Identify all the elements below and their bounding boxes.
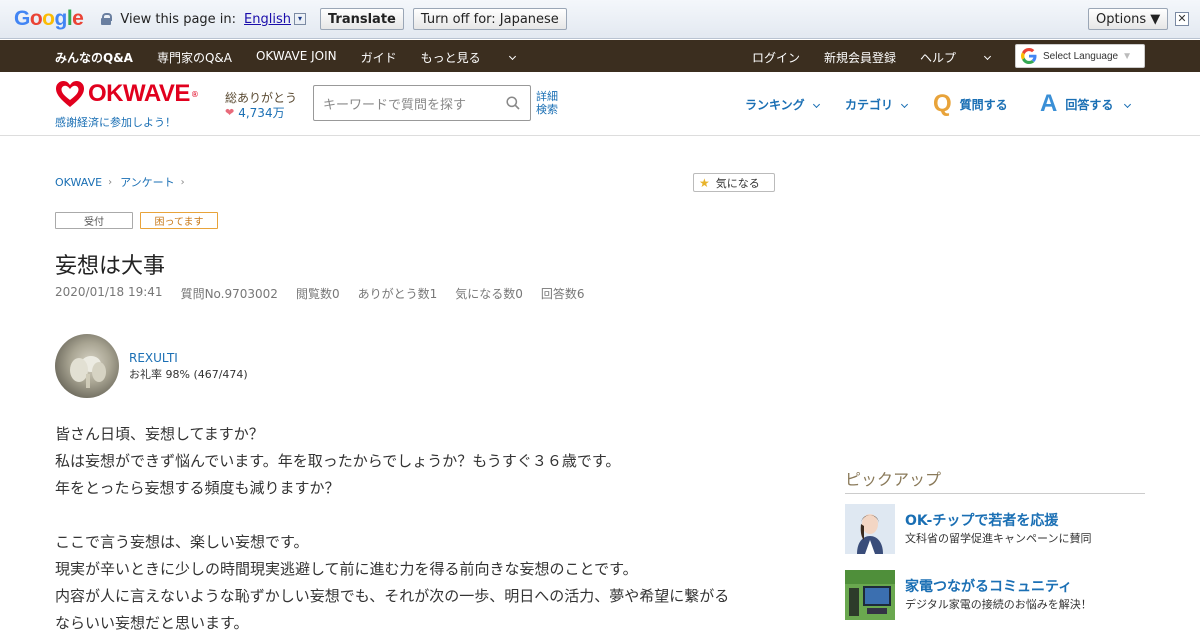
- total-thanks-count: ❤ 4,734万: [225, 104, 285, 121]
- logo-registered: ®: [190, 89, 199, 99]
- body-line: 私は妄想ができず悩んでいます。年を取ったからでしょうか？もうすぐ３６歳です。: [55, 452, 621, 470]
- select-language-arrow: ▼: [1122, 50, 1132, 62]
- pickup-item[interactable]: OK-チップで若者を応援 文科省の留学促進キャンペーンに賛同: [845, 504, 1145, 554]
- translate-prompt: View this page in:: [120, 11, 237, 27]
- pickup-thumbnail: [845, 570, 895, 620]
- site-header: OKWAVE ® 感謝経済に参加しよう！ 総ありがとう ❤ 4,734万 キーワー…: [0, 72, 1200, 136]
- view-count: 閲覧数0: [295, 287, 340, 301]
- nav-register[interactable]: 新規会員登録: [824, 49, 896, 66]
- language-label: English: [244, 11, 291, 27]
- nav-expert-qa[interactable]: 専門家のQ&A: [157, 49, 232, 66]
- chevron-down-icon: [812, 100, 820, 109]
- heart-logo-icon: [56, 81, 84, 107]
- tagline[interactable]: 感謝経済に参加しよう！: [55, 114, 176, 130]
- bookmark-button[interactable]: ★ 気になる: [693, 173, 775, 192]
- dropdown-icon: ▾: [293, 13, 306, 25]
- body-gap: [55, 502, 795, 529]
- avatar[interactable]: [55, 334, 119, 398]
- nav-okwave-join[interactable]: OKWAVE JOIN: [256, 49, 337, 66]
- a-icon: A: [1040, 90, 1058, 117]
- breadcrumb-survey[interactable]: アンケート: [120, 174, 175, 190]
- question-meta: 2020/01/18 19:41 質問No.9703002 閲覧数0 ありがとう…: [55, 285, 603, 302]
- google-translate-bar: Google View this page in: English ▾ Trans…: [0, 0, 1200, 39]
- status-badge-troubled: 困ってます: [140, 212, 218, 229]
- select-language-label: Select Language: [1043, 50, 1119, 62]
- answer-label: 回答する: [1065, 97, 1114, 112]
- answer-button[interactable]: A 回答する: [1040, 90, 1132, 118]
- turn-off-button[interactable]: Turn off for: Japanese: [412, 8, 567, 30]
- pickup-heading: ピックアップ: [845, 466, 1145, 494]
- category-label: カテゴリ: [845, 98, 894, 112]
- pickup-thumbnail: [845, 504, 895, 554]
- select-language-widget[interactable]: Select Language ▼: [1015, 44, 1145, 68]
- google-g-icon: [1021, 48, 1037, 64]
- bookmark-count: 気になる数0: [455, 287, 523, 301]
- pickup-title[interactable]: 家電つながるコミュニティ: [905, 576, 1072, 596]
- question-body: 皆さん日頃、妄想してますか？ 私は妄想ができず悩んでいます。年を取ったからでしょ…: [55, 421, 795, 630]
- nav-help-label: ヘルプ: [920, 51, 957, 65]
- detail-search-line2: 検索: [536, 103, 558, 116]
- body-line: 年をとったら妄想する頻度も減りますか？: [55, 479, 340, 497]
- body-line: ここで言う妄想は、楽しい妄想です。: [55, 533, 309, 551]
- ranking-menu[interactable]: ランキング: [745, 96, 820, 113]
- ranking-label: ランキング: [745, 98, 805, 112]
- lock-icon: [101, 13, 113, 25]
- chevron-down-icon: [984, 52, 992, 61]
- nav-more-label: もっと見る: [420, 51, 481, 65]
- question-date: 2020/01/18 19:41: [55, 285, 163, 299]
- question-number: 質問No.9703002: [180, 287, 278, 301]
- okwave-logo[interactable]: OKWAVE ®: [55, 80, 199, 108]
- search-placeholder: キーワードで質問を探す: [323, 97, 467, 113]
- search-input[interactable]: キーワードで質問を探す: [313, 85, 531, 121]
- search-icon[interactable]: [506, 96, 520, 110]
- detail-search-line1: 詳細: [536, 90, 558, 103]
- nav-guide[interactable]: ガイド: [361, 49, 397, 66]
- category-menu[interactable]: カテゴリ: [845, 96, 909, 113]
- ask-question-button[interactable]: Q 質問する: [933, 90, 1008, 118]
- q-icon: Q: [933, 90, 952, 117]
- options-button[interactable]: Options ▼: [1088, 8, 1169, 30]
- google-logo: Google: [14, 7, 84, 30]
- language-select[interactable]: English ▾: [244, 12, 306, 27]
- chevron-down-icon: [1124, 100, 1132, 108]
- logo-text: OKWAVE: [88, 80, 190, 107]
- pickup-description: デジタル家電の接続のお悩みを解決！: [905, 598, 1092, 611]
- chevron-right-icon: ›: [180, 176, 185, 188]
- pickup-item[interactable]: 家電つながるコミュニティ デジタル家電の接続のお悩みを解決！: [845, 570, 1145, 620]
- close-icon[interactable]: ✕: [1175, 12, 1189, 26]
- breadcrumb: OKWAVE › アンケート ›: [55, 174, 193, 190]
- body-line: ならいい妄想だと思います。: [55, 614, 249, 630]
- page-title: 妄想は大事: [55, 254, 166, 279]
- detail-search-link[interactable]: 詳細 検索: [536, 90, 558, 116]
- avatar-image: [70, 356, 106, 388]
- body-line: 現実が辛いときに少しの時間現実逃避して前に進む力を得る前向きな妄想のことです。: [55, 560, 638, 578]
- answer-count: 回答数6: [540, 287, 585, 301]
- translate-button[interactable]: Translate: [319, 8, 404, 30]
- chevron-down-icon: [508, 52, 516, 61]
- user-thanks-rate: お礼率 98% (467/474): [129, 368, 248, 381]
- status-badge-open: 受付: [55, 212, 133, 229]
- thanks-count-value: 4,734万: [238, 106, 285, 120]
- pickup-title[interactable]: OK-チップで若者を応援: [905, 510, 1058, 530]
- thanks-count: ありがとう数1: [357, 287, 438, 301]
- nav-minna-qa[interactable]: みんなのQ&A: [55, 49, 133, 66]
- nav-login[interactable]: ログイン: [752, 49, 800, 66]
- breadcrumb-okwave[interactable]: OKWAVE: [55, 176, 102, 189]
- body-line: 皆さん日頃、妄想してますか？: [55, 425, 264, 443]
- bookmark-label: 気になる: [715, 176, 760, 190]
- pickup-description: 文科省の留学促進キャンペーンに賛同: [905, 532, 1092, 545]
- body-line: 内容が人に言えないような恥ずかしい妄想でも、それが次の一歩、明日への活力、夢や希…: [55, 587, 730, 605]
- chevron-down-icon: [900, 100, 909, 109]
- user-name[interactable]: REXULTI: [129, 351, 178, 365]
- chevron-right-icon: ›: [108, 176, 113, 188]
- ask-label: 質問する: [959, 97, 1008, 112]
- heart-icon: ❤: [225, 106, 235, 119]
- nav-help[interactable]: ヘルプ: [920, 49, 992, 66]
- star-icon: ★: [699, 175, 710, 190]
- nav-more[interactable]: もっと見る: [420, 49, 516, 66]
